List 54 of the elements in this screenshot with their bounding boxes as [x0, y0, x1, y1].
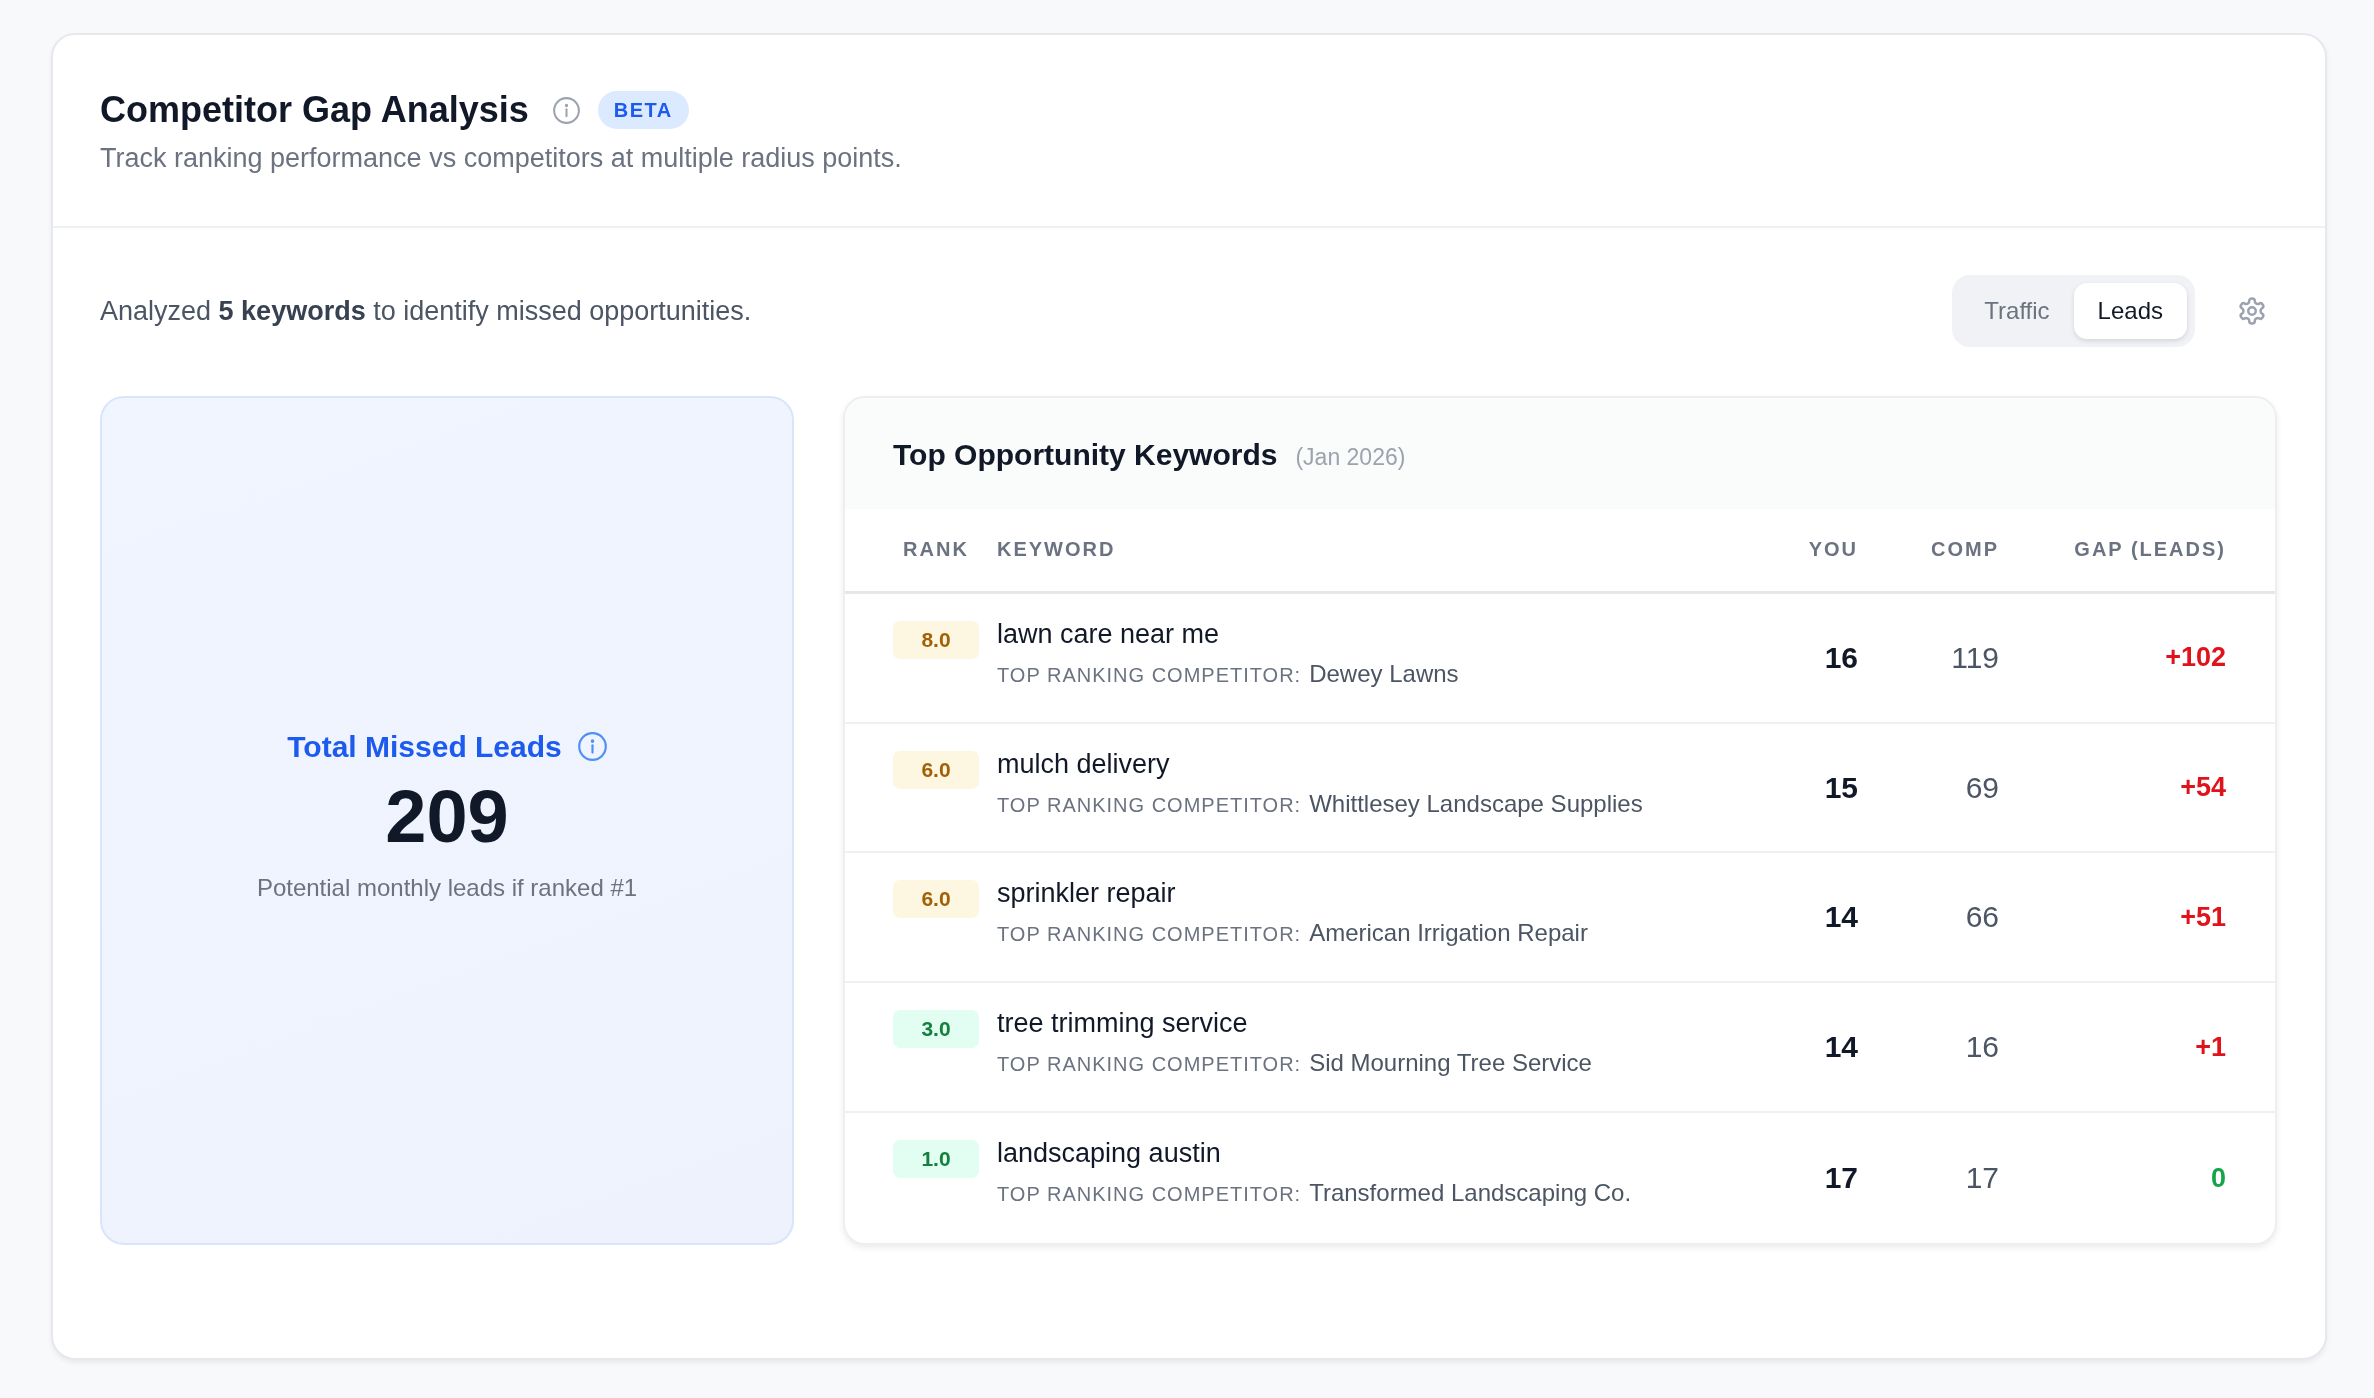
- toggle-tab[interactable]: Traffic: [1960, 283, 2074, 339]
- comp-rank: 17: [1965, 1161, 1999, 1196]
- metric-caption: Potential monthly leads if ranked #1: [256, 873, 638, 902]
- column-header: RANK: [902, 538, 970, 562]
- comp-rank: 69: [1965, 770, 1999, 805]
- gap-value: +54: [2180, 772, 2226, 804]
- competitor-name: Sid Mourning Tree Service: [1309, 1049, 1592, 1078]
- rank-tag: 1.0: [893, 1140, 979, 1179]
- competitor-label: TOP RANKING COMPETITOR:: [997, 923, 1302, 947]
- rank-tag: 3.0: [893, 1010, 979, 1049]
- rank-tag: 6.0: [893, 880, 979, 919]
- keyword-text: landscaping austin: [997, 1137, 1222, 1171]
- summary-text: Analyzed 5 keywords to identify missed opportunities.: [100, 295, 752, 327]
- toggle-tab[interactable]: Leads: [2073, 283, 2187, 339]
- panel-title: Competitor Gap Analysis: [100, 88, 529, 132]
- keyword-text: mulch delivery: [997, 747, 1171, 781]
- gap-value: 0: [2210, 1162, 2226, 1194]
- you-rank: 14: [1824, 1030, 1858, 1065]
- rank-tag: 8.0: [893, 620, 979, 659]
- you-rank: 15: [1824, 770, 1858, 805]
- competitor-label: TOP RANKING COMPETITOR:: [997, 663, 1302, 687]
- gap-value: +1: [2195, 1031, 2226, 1063]
- you-rank: 17: [1824, 1161, 1858, 1196]
- panel-subtitle: Track ranking performance vs competitors at multiple radius points.: [100, 142, 903, 175]
- rank-tag: 6.0: [893, 750, 979, 789]
- info-icon[interactable]: [577, 732, 607, 761]
- competitor-name: Dewey Lawns: [1309, 659, 1459, 688]
- card-period: (Jan 2026): [1295, 442, 1406, 471]
- column-header: GAP (LEADS): [2073, 538, 2226, 562]
- card-title: Top Opportunity Keywords: [893, 438, 1278, 473]
- info-icon[interactable]: [552, 96, 580, 124]
- competitor-name: American Irrigation Repair: [1309, 919, 1588, 948]
- competitor-label: TOP RANKING COMPETITOR:: [997, 1183, 1302, 1207]
- keyword-text: sprinkler repair: [997, 877, 1177, 911]
- competitor-label: TOP RANKING COMPETITOR:: [997, 793, 1302, 817]
- metric-value: 209: [385, 773, 509, 860]
- competitor-label: TOP RANKING COMPETITOR:: [997, 1053, 1302, 1077]
- gap-value: +102: [2165, 642, 2226, 674]
- settings-icon[interactable]: [2237, 296, 2267, 326]
- competitor-name: Whittlesey Landscape Supplies: [1309, 789, 1643, 818]
- you-rank: 16: [1824, 640, 1858, 675]
- comp-rank: 66: [1965, 900, 1999, 935]
- gap-value: +51: [2180, 901, 2226, 933]
- comp-rank: 16: [1965, 1030, 1999, 1065]
- beta-tag: BETA: [597, 91, 689, 129]
- you-rank: 14: [1824, 900, 1858, 935]
- metric-title: Total Missed Leads: [287, 729, 562, 764]
- column-header: KEYWORD: [997, 538, 1117, 562]
- column-header: YOU: [1807, 538, 1858, 562]
- keyword-text: lawn care near me: [997, 617, 1221, 651]
- competitor-name: Transformed Landscaping Co.: [1309, 1179, 1632, 1208]
- comp-rank: 119: [1951, 640, 1999, 675]
- keyword-text: tree trimming service: [997, 1007, 1249, 1041]
- column-header: COMP: [1930, 538, 1999, 562]
